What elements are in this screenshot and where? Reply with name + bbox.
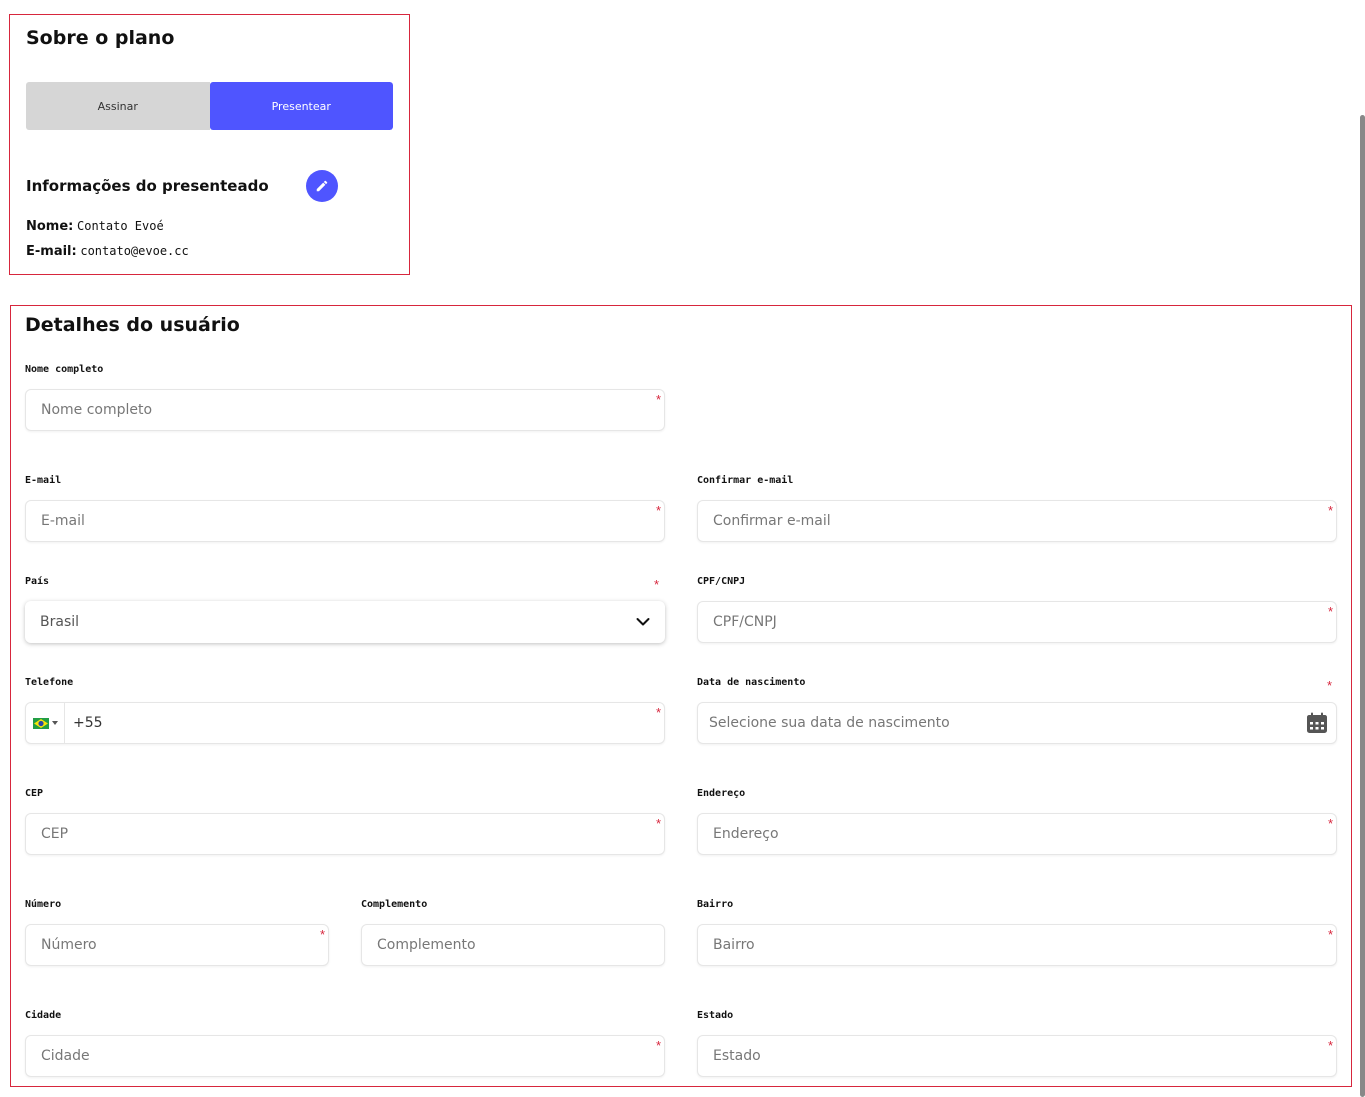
chevron-down-icon bbox=[636, 618, 650, 626]
full-name-field: * bbox=[25, 389, 665, 431]
required-mark: * bbox=[655, 392, 661, 407]
address-input[interactable] bbox=[698, 814, 1336, 854]
cpf-input[interactable] bbox=[698, 602, 1336, 642]
required-mark: * bbox=[1327, 927, 1333, 942]
plan-title: Sobre o plano bbox=[26, 27, 175, 49]
state-input[interactable] bbox=[698, 1036, 1336, 1076]
email-field: * bbox=[25, 500, 665, 542]
cpf-field: * bbox=[697, 601, 1337, 643]
required-mark: * bbox=[1327, 816, 1333, 831]
email-label: E-mail bbox=[25, 475, 62, 486]
recipient-info-title: Informações do presenteado bbox=[26, 177, 269, 195]
required-mark: * bbox=[1327, 604, 1333, 619]
required-mark: * bbox=[655, 503, 661, 518]
required-mark: * bbox=[319, 927, 325, 942]
phone-label: Telefone bbox=[25, 677, 74, 688]
birthdate-label: Data de nascimento bbox=[697, 677, 806, 688]
required-mark: * bbox=[655, 1038, 661, 1053]
user-details-title: Detalhes do usuário bbox=[25, 314, 240, 336]
full-name-input[interactable] bbox=[26, 390, 664, 430]
recipient-name-label: Nome: bbox=[26, 219, 74, 234]
birthdate-input[interactable] bbox=[698, 703, 1336, 743]
email-input[interactable] bbox=[26, 501, 664, 541]
number-field: * bbox=[25, 924, 329, 966]
required-mark: * bbox=[1327, 678, 1333, 693]
country-label: País bbox=[25, 576, 50, 587]
subscribe-button[interactable]: Assinar bbox=[26, 82, 210, 130]
required-mark: * bbox=[655, 705, 661, 720]
district-label: Bairro bbox=[697, 899, 734, 910]
address-field: * bbox=[697, 813, 1337, 855]
country-code-selector[interactable] bbox=[26, 703, 65, 743]
recipient-email-label: E-mail: bbox=[26, 244, 77, 259]
recipient-email: E-mail: contato@evoe.cc bbox=[26, 243, 189, 259]
phone-input[interactable] bbox=[26, 703, 664, 743]
plan-section: Sobre o plano Assinar Presentear Informa… bbox=[9, 14, 410, 275]
cep-label: CEP bbox=[25, 788, 44, 799]
city-field: * bbox=[25, 1035, 665, 1077]
state-label: Estado bbox=[697, 1010, 734, 1021]
user-details-section: Detalhes do usuário Nome completo * E-ma… bbox=[10, 305, 1352, 1087]
country-value: Brasil bbox=[40, 614, 80, 630]
phone-field: * bbox=[25, 702, 665, 744]
district-field: * bbox=[697, 924, 1337, 966]
number-label: Número bbox=[25, 899, 62, 910]
district-input[interactable] bbox=[698, 925, 1336, 965]
confirm-email-input[interactable] bbox=[698, 501, 1336, 541]
cep-input[interactable] bbox=[26, 814, 664, 854]
address-label: Endereço bbox=[697, 788, 746, 799]
required-mark: * bbox=[655, 816, 661, 831]
cpf-label: CPF/CNPJ bbox=[697, 576, 746, 587]
recipient-name: Nome: Contato Evoé bbox=[26, 218, 164, 234]
birthdate-field bbox=[697, 702, 1337, 744]
plan-toggle: Assinar Presentear bbox=[26, 82, 393, 130]
caret-down-icon bbox=[51, 721, 58, 725]
gift-button[interactable]: Presentear bbox=[209, 82, 393, 130]
state-field: * bbox=[697, 1035, 1337, 1077]
complement-field bbox=[361, 924, 665, 966]
recipient-name-value: Contato Evoé bbox=[77, 219, 164, 233]
page-scrollbar[interactable] bbox=[1360, 115, 1365, 1097]
pencil-icon bbox=[316, 180, 328, 192]
city-label: Cidade bbox=[25, 1010, 62, 1021]
calendar-icon[interactable] bbox=[1306, 712, 1328, 734]
confirm-email-field: * bbox=[697, 500, 1337, 542]
number-input[interactable] bbox=[26, 925, 328, 965]
brazil-flag-icon bbox=[32, 717, 49, 729]
recipient-email-value: contato@evoe.cc bbox=[80, 244, 189, 258]
edit-recipient-button[interactable] bbox=[306, 170, 338, 202]
complement-label: Complemento bbox=[361, 899, 428, 910]
country-select[interactable]: Brasil bbox=[25, 601, 665, 643]
required-mark: * bbox=[654, 577, 660, 592]
confirm-email-label: Confirmar e-mail bbox=[697, 475, 794, 486]
required-mark: * bbox=[1327, 1038, 1333, 1053]
city-input[interactable] bbox=[26, 1036, 664, 1076]
required-mark: * bbox=[1327, 503, 1333, 518]
complement-input[interactable] bbox=[362, 925, 664, 965]
full-name-label: Nome completo bbox=[25, 364, 104, 375]
cep-field: * bbox=[25, 813, 665, 855]
